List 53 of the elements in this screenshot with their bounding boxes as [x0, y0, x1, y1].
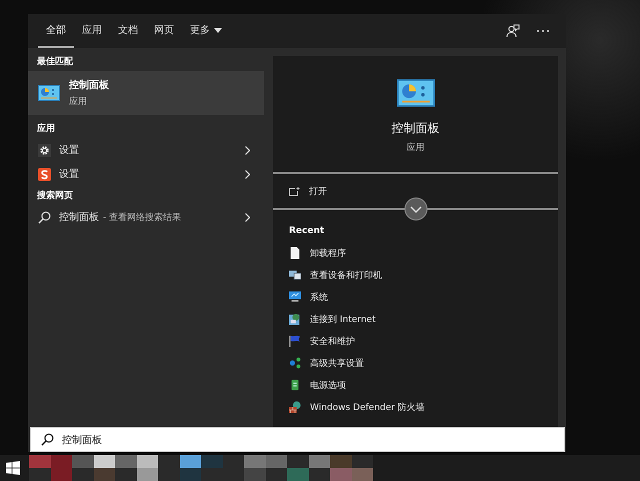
recent-item[interactable]: 查看设备和打印机	[273, 264, 558, 286]
control-panel-icon	[396, 79, 434, 107]
filter-tab[interactable]: 文档	[110, 14, 146, 48]
section-heading: 应用	[36, 122, 56, 136]
monitor-icon	[289, 291, 301, 303]
search-field[interactable]: 控制面板	[30, 427, 565, 452]
recent-item[interactable]: 系统	[273, 286, 558, 308]
result-item[interactable]: 控制面板 应用	[28, 71, 264, 115]
battery-plug-icon	[289, 379, 301, 391]
recent-item[interactable]: Windows Defender 防火墙	[273, 396, 558, 418]
result-title: 控制面板	[59, 210, 99, 224]
network-icon	[289, 313, 301, 325]
section-heading: 最佳匹配	[36, 56, 74, 69]
section-heading: Recent	[288, 225, 326, 238]
open-window-icon	[289, 186, 300, 196]
result-title: 设置	[59, 168, 79, 181]
chevron-right-icon	[245, 212, 250, 222]
search-icon	[38, 210, 51, 224]
filter-tab[interactable]: 应用	[74, 14, 110, 48]
result-item[interactable]: 控制面板 - 查看网络搜索结果	[28, 205, 264, 229]
app-type: 应用	[406, 142, 426, 154]
result-item[interactable]: 设置	[28, 138, 264, 162]
open-action[interactable]: 打开	[273, 174, 558, 208]
firewall-icon	[289, 401, 301, 413]
expand-button[interactable]	[404, 197, 428, 221]
windows-logo-icon[interactable]	[6, 461, 20, 475]
recent-item[interactable]: 高级共享设置	[273, 352, 558, 374]
document-icon	[289, 247, 301, 259]
search-icon	[41, 433, 54, 446]
result-item[interactable]: 设置	[28, 162, 264, 186]
filter-tab[interactable]: 网页	[146, 14, 182, 48]
more-options-icon[interactable]	[536, 29, 550, 33]
result-title: 控制面板	[69, 78, 109, 92]
filter-tab[interactable]: 更多	[182, 14, 230, 48]
app-logo-icon	[38, 168, 51, 180]
flag-icon	[289, 335, 301, 347]
devices-icon	[289, 269, 301, 281]
section-heading: 搜索网页	[36, 189, 74, 203]
recent-item[interactable]: 卸载程序	[273, 242, 558, 264]
result-title: 设置	[59, 144, 79, 157]
feedback-icon[interactable]	[506, 24, 520, 38]
recent-item[interactable]: 安全和维护	[273, 330, 558, 352]
network-share-icon	[289, 357, 301, 369]
caret-icon	[214, 28, 222, 32]
gear-icon	[38, 144, 51, 156]
chevron-right-icon	[245, 146, 250, 154]
app-title: 控制面板	[390, 120, 440, 137]
control-panel-icon	[38, 85, 60, 101]
recent-item[interactable]: 电源选项	[273, 374, 558, 396]
result-type: 应用	[69, 96, 88, 108]
chevron-right-icon	[245, 170, 250, 178]
result-detail: - 查看网络搜索结果	[103, 212, 182, 224]
recent-item[interactable]: 连接到 Internet	[273, 308, 558, 330]
